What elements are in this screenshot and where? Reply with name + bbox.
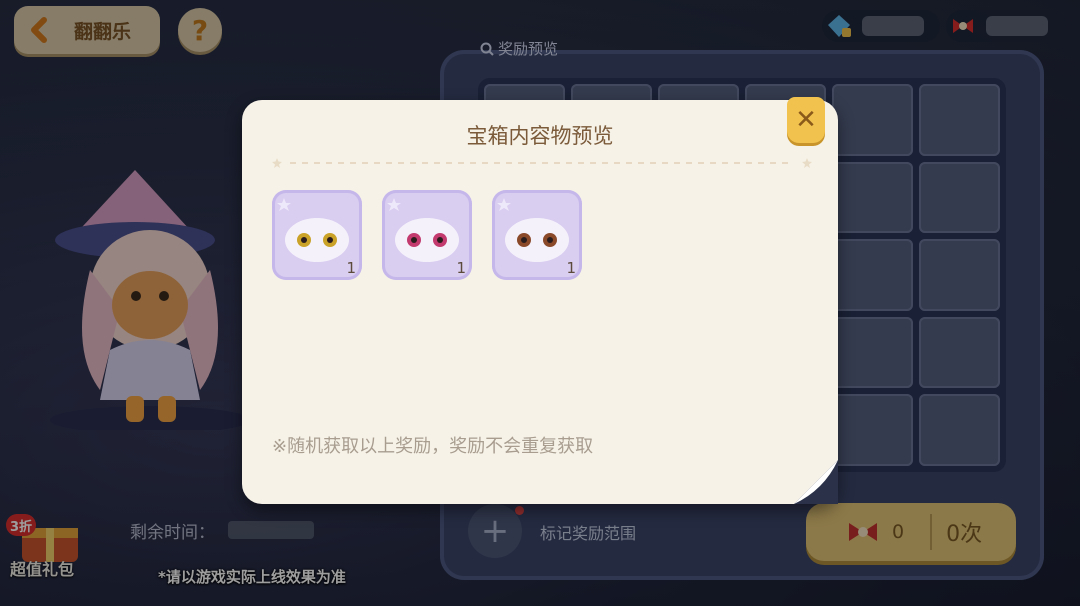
item-quantity: 1: [566, 259, 576, 277]
item-quantity: 1: [346, 259, 356, 277]
close-button[interactable]: ✕: [787, 97, 825, 143]
reward-item[interactable]: 1: [382, 190, 472, 280]
close-icon: ✕: [795, 105, 817, 135]
reward-item[interactable]: 1: [272, 190, 362, 280]
reward-item-list: 1 1 1: [272, 190, 582, 280]
reward-item[interactable]: 1: [492, 190, 582, 280]
dotted-divider: [272, 158, 812, 168]
modal-note: ※随机获取以上奖励，奖励不会重复获取: [272, 436, 594, 457]
chest-preview-modal: 宝箱内容物预览 ✕ 1 1 1 ※随机获取以上奖励，奖励不会重复获取: [242, 97, 838, 504]
page-curl-corner: [794, 460, 838, 504]
item-quantity: 1: [456, 259, 466, 277]
modal-title: 宝箱内容物预览: [466, 124, 614, 148]
